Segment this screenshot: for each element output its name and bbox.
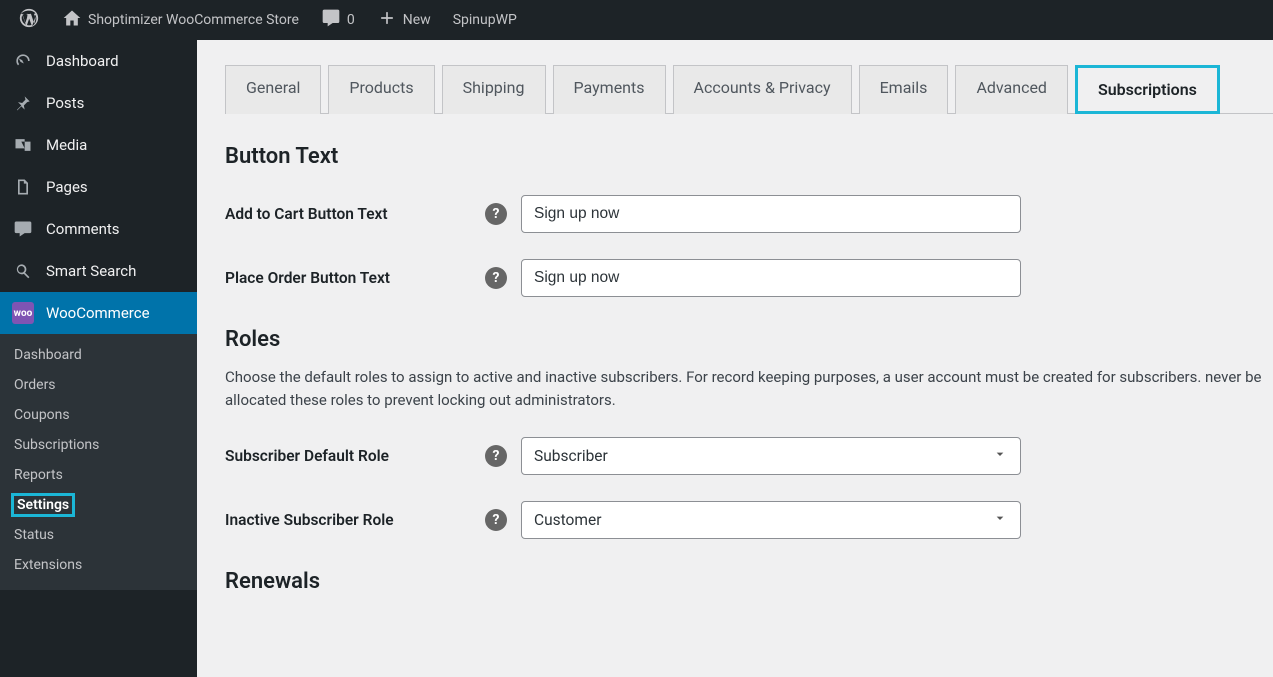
- comments-count: 0: [347, 12, 355, 28]
- sidebar-item-label: Dashboard: [46, 52, 119, 70]
- spinupwp-label: SpinupWP: [453, 12, 517, 28]
- wp-logo-button[interactable]: [10, 0, 48, 40]
- spinupwp-link[interactable]: SpinupWP: [445, 0, 525, 40]
- admin-sidebar: Dashboard Posts Media Pages: [0, 40, 197, 677]
- help-icon[interactable]: ?: [485, 509, 507, 531]
- field-label: Place Order Button Text: [225, 269, 485, 287]
- submenu-item-reports[interactable]: Reports: [0, 460, 197, 490]
- add-to-cart-button-text-input[interactable]: [521, 195, 1021, 233]
- submenu-item-settings[interactable]: Settings: [0, 490, 197, 520]
- help-icon[interactable]: ?: [485, 203, 507, 225]
- sidebar-item-woocommerce[interactable]: woo WooCommerce: [0, 292, 197, 334]
- row-add-to-cart-button-text: Add to Cart Button Text ?: [225, 195, 1273, 233]
- sidebar-item-label: WooCommerce: [46, 304, 150, 322]
- help-icon[interactable]: ?: [485, 267, 507, 289]
- dashboard-icon: [12, 50, 34, 72]
- section-heading-roles: Roles: [225, 327, 1273, 352]
- plus-icon: [377, 8, 397, 32]
- site-name-link[interactable]: Shoptimizer WooCommerce Store: [54, 0, 307, 40]
- tab-payments[interactable]: Payments: [553, 65, 666, 114]
- woocommerce-icon: woo: [12, 302, 34, 324]
- pages-icon: [12, 176, 34, 198]
- sidebar-item-pages[interactable]: Pages: [0, 166, 197, 208]
- new-content-link[interactable]: New: [369, 0, 439, 40]
- tab-general[interactable]: General: [225, 65, 321, 114]
- submenu-item-orders[interactable]: Orders: [0, 370, 197, 400]
- comments-icon: [12, 218, 34, 240]
- field-label: Add to Cart Button Text: [225, 205, 485, 223]
- submenu-item-extensions[interactable]: Extensions: [0, 550, 197, 580]
- comments-link[interactable]: 0: [313, 0, 363, 40]
- section-heading-renewals: Renewals: [225, 569, 1273, 594]
- tab-products[interactable]: Products: [328, 65, 434, 114]
- sidebar-item-label: Posts: [46, 94, 84, 112]
- woocommerce-submenu: Dashboard Orders Coupons Subscriptions R…: [0, 334, 197, 590]
- submenu-item-coupons[interactable]: Coupons: [0, 400, 197, 430]
- media-icon: [12, 134, 34, 156]
- pin-icon: [12, 92, 34, 114]
- sidebar-item-dashboard[interactable]: Dashboard: [0, 40, 197, 82]
- wordpress-icon: [18, 7, 40, 33]
- subscriber-default-role-select[interactable]: Subscriber: [521, 437, 1021, 475]
- chevron-down-icon: [992, 446, 1008, 466]
- row-subscriber-default-role: Subscriber Default Role ? Subscriber: [225, 437, 1273, 475]
- select-value: Subscriber: [534, 447, 608, 465]
- tab-shipping[interactable]: Shipping: [442, 65, 546, 114]
- sidebar-item-posts[interactable]: Posts: [0, 82, 197, 124]
- site-name-label: Shoptimizer WooCommerce Store: [88, 12, 299, 28]
- tab-advanced[interactable]: Advanced: [955, 65, 1068, 114]
- place-order-button-text-input[interactable]: [521, 259, 1021, 297]
- tab-subscriptions[interactable]: Subscriptions: [1075, 65, 1220, 114]
- settings-tabs: General Products Shipping Payments Accou…: [225, 64, 1273, 114]
- submenu-item-dashboard[interactable]: Dashboard: [0, 340, 197, 370]
- submenu-item-status[interactable]: Status: [0, 520, 197, 550]
- comment-icon: [321, 8, 341, 32]
- roles-description: Choose the default roles to assign to ac…: [225, 366, 1273, 411]
- main-content: General Products Shipping Payments Accou…: [197, 40, 1273, 677]
- home-icon: [62, 8, 82, 32]
- sidebar-item-label: Media: [46, 136, 87, 154]
- sidebar-item-label: Comments: [46, 220, 120, 238]
- row-inactive-subscriber-role: Inactive Subscriber Role ? Customer: [225, 501, 1273, 539]
- tab-emails[interactable]: Emails: [859, 65, 949, 114]
- help-icon[interactable]: ?: [485, 445, 507, 467]
- select-value: Customer: [534, 511, 601, 529]
- new-label: New: [403, 12, 431, 28]
- field-label: Inactive Subscriber Role: [225, 511, 485, 529]
- sidebar-item-label: Pages: [46, 178, 88, 196]
- sidebar-item-label: Smart Search: [46, 262, 136, 280]
- tab-accounts-privacy[interactable]: Accounts & Privacy: [673, 65, 852, 114]
- chevron-down-icon: [992, 510, 1008, 530]
- submenu-item-subscriptions[interactable]: Subscriptions: [0, 430, 197, 460]
- sidebar-item-smart-search[interactable]: Smart Search: [0, 250, 197, 292]
- sidebar-item-media[interactable]: Media: [0, 124, 197, 166]
- field-label: Subscriber Default Role: [225, 447, 485, 465]
- row-place-order-button-text: Place Order Button Text ?: [225, 259, 1273, 297]
- search-icon: [12, 260, 34, 282]
- inactive-subscriber-role-select[interactable]: Customer: [521, 501, 1021, 539]
- section-heading-button-text: Button Text: [225, 144, 1273, 169]
- sidebar-item-comments[interactable]: Comments: [0, 208, 197, 250]
- admin-bar: Shoptimizer WooCommerce Store 0 New Spin…: [0, 0, 1273, 40]
